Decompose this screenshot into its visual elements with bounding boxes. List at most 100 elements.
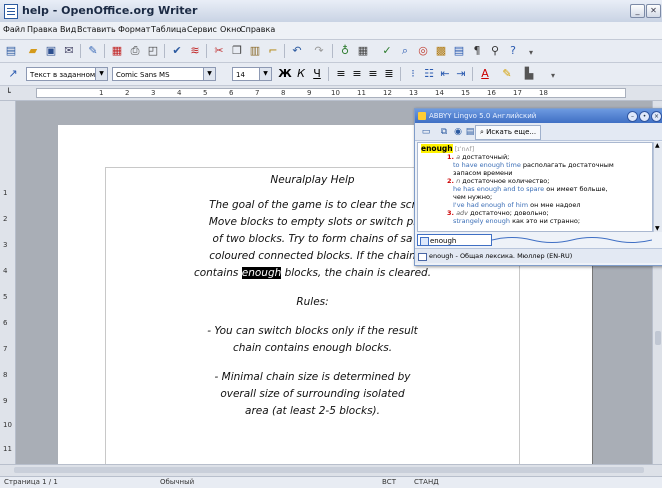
new-document-icon[interactable]: ▤ [4, 44, 18, 58]
redo-icon[interactable]: ↷ [312, 44, 326, 58]
close-button[interactable]: ✕ [646, 4, 661, 18]
popup-close-icon[interactable]: × [651, 111, 662, 122]
text-line: area (at least 2-5 blocks). [245, 405, 380, 417]
ruler-tick: 7 [3, 345, 8, 353]
entry-scrollbar[interactable]: ▲ ▼ [653, 142, 662, 232]
font-size-select[interactable]: 14 ▼ [232, 67, 272, 81]
paragraph-style-select[interactable]: Текст в заданном фор ▼ [26, 67, 108, 81]
toolbar-overflow-icon[interactable]: ▾ [524, 46, 538, 60]
autospellcheck-icon[interactable]: ≋ [188, 44, 202, 58]
menu-tools[interactable]: Сервис [187, 25, 217, 34]
transcription: [ɪˈnʌf] [454, 145, 475, 153]
menu-edit[interactable]: Правка [27, 25, 57, 34]
popup-title-bar[interactable]: ABBYY Lingvo 5.0 Английский – • × [415, 109, 662, 123]
edit-file-icon[interactable]: ✎ [86, 44, 100, 58]
export-pdf-icon[interactable]: ▦ [110, 44, 124, 58]
numbering-icon[interactable]: ⁝ [406, 67, 420, 81]
dictionary-popup[interactable]: ABBYY Lingvo 5.0 Английский – • × ▭ ⧉ ◉ … [414, 108, 662, 266]
menu-insert[interactable]: Вставить [77, 25, 116, 34]
bold-icon[interactable]: Ж [278, 67, 292, 81]
nonprinting-chars-icon[interactable]: ¶ [470, 44, 484, 58]
selection-mode[interactable]: СТАНД [414, 478, 439, 486]
dictionary-source: enough - Общая лексика. Мюллер (EN-RU) [415, 248, 662, 263]
text-line: contains enough blocks, the chain is cle… [193, 267, 432, 279]
dictionary-entry[interactable]: enough [ɪˈnʌf] 1. a достаточный; to have… [417, 142, 653, 232]
cut-icon[interactable]: ✂ [212, 44, 226, 58]
word-card-icon [420, 237, 429, 246]
headword: enough [421, 144, 453, 153]
align-right-icon[interactable]: ≡ [366, 67, 380, 81]
menu-bar: Файл Правка Вид Вставить Формат Таблица … [0, 22, 662, 40]
card-icon[interactable]: ▭ [419, 125, 433, 139]
zoom-icon[interactable]: ⚲ [488, 44, 502, 58]
menu-help[interactable]: Справка [240, 25, 275, 34]
underline-icon[interactable]: Ч [310, 67, 324, 81]
menu-format[interactable]: Формат [118, 25, 150, 34]
font-name-select[interactable]: Comic Sans MS ▼ [112, 67, 216, 81]
save-icon[interactable]: ▣ [44, 44, 58, 58]
ruler-tick: 16 [487, 89, 496, 97]
vertical-ruler: 1 2 3 4 5 6 7 8 9 10 11 [0, 101, 16, 464]
ruler-tick: 5 [3, 293, 8, 301]
ruler-tick: 15 [461, 89, 470, 97]
table-icon[interactable]: ▦ [356, 44, 370, 58]
copy-card-icon[interactable]: ⧉ [437, 125, 451, 139]
horizontal-ruler: └ 1 2 3 4 5 6 7 8 9 10 11 12 13 14 15 16… [0, 86, 662, 101]
font-color-icon[interactable]: A [478, 67, 492, 81]
format-paintbrush-icon[interactable]: ⌐ [266, 44, 280, 58]
hyperlink-icon[interactable]: ♁ [338, 44, 352, 58]
help-icon[interactable]: ? [506, 44, 520, 58]
open-folder-icon[interactable]: ▰ [26, 44, 40, 58]
ruler-tick: 6 [229, 89, 234, 97]
menu-file[interactable]: Файл [3, 25, 25, 34]
italic-icon[interactable]: К [294, 67, 308, 81]
minimize-button[interactable]: _ [630, 4, 645, 18]
find-replace-icon[interactable]: ⌕ [398, 44, 412, 58]
popup-minimize-icon[interactable]: – [627, 111, 638, 122]
page-style[interactable]: Обычный [160, 478, 194, 486]
ruler-tick: 1 [99, 89, 104, 97]
ruler-tick: 18 [539, 89, 548, 97]
print-icon[interactable]: ⎙ [128, 44, 142, 58]
scroll-thumb[interactable] [655, 331, 661, 345]
background-color-icon[interactable]: ▙ [522, 67, 536, 81]
menu-view[interactable]: Вид [60, 25, 76, 34]
status-bar: Страница 1 / 1 Обычный ВСТ СТАНД [0, 476, 662, 488]
text-line: chain contains enough blocks. [232, 342, 393, 354]
highlighting-icon[interactable]: ✎ [500, 67, 514, 81]
gallery-icon[interactable]: ▩ [434, 44, 448, 58]
toolbar-overflow-icon[interactable]: ▾ [546, 69, 560, 83]
menu-table[interactable]: Таблица [151, 25, 186, 34]
styles-icon[interactable]: ↗ [6, 67, 20, 81]
justify-icon[interactable]: ≣ [382, 67, 396, 81]
popup-pin-icon[interactable]: • [639, 111, 650, 122]
undo-icon[interactable]: ↶ [290, 44, 304, 58]
scroll-thumb[interactable] [14, 467, 644, 473]
copy-icon[interactable]: ❐ [230, 44, 244, 58]
ruler-tick: 2 [125, 89, 130, 97]
page-preview-icon[interactable]: ◰ [146, 44, 160, 58]
horizontal-scrollbar[interactable] [0, 464, 662, 476]
paste-icon[interactable]: ▥ [248, 44, 262, 58]
ruler-tick: 2 [3, 215, 8, 223]
selected-word[interactable]: enough [241, 267, 282, 279]
tab-stop-icon[interactable]: └ [6, 88, 11, 97]
bullets-icon[interactable]: ☷ [422, 67, 436, 81]
spellcheck-icon[interactable]: ✔ [170, 44, 184, 58]
insert-mode[interactable]: ВСТ [382, 478, 396, 486]
show-draw-functions-icon[interactable]: ✓ [380, 44, 394, 58]
email-icon[interactable]: ✉ [62, 44, 76, 58]
popup-title: ABBYY Lingvo 5.0 Английский [429, 112, 537, 120]
decrease-indent-icon[interactable]: ⇤ [438, 67, 452, 81]
navigator-icon[interactable]: ◎ [416, 44, 430, 58]
word-tab[interactable]: enough [417, 234, 492, 246]
align-left-icon[interactable]: ≡ [334, 67, 348, 81]
search-more-button[interactable]: ⌕ Искать еще... [475, 125, 542, 140]
datasources-icon[interactable]: ▤ [452, 44, 466, 58]
increase-indent-icon[interactable]: ⇥ [454, 67, 468, 81]
align-center-icon[interactable]: ≡ [350, 67, 364, 81]
menu-window[interactable]: Окно [220, 25, 241, 34]
text-line: overall size of surrounding isolated [220, 388, 405, 400]
text-line: - Minimal chain size is determined by [214, 371, 411, 383]
page-indicator: Страница 1 / 1 [4, 478, 58, 486]
